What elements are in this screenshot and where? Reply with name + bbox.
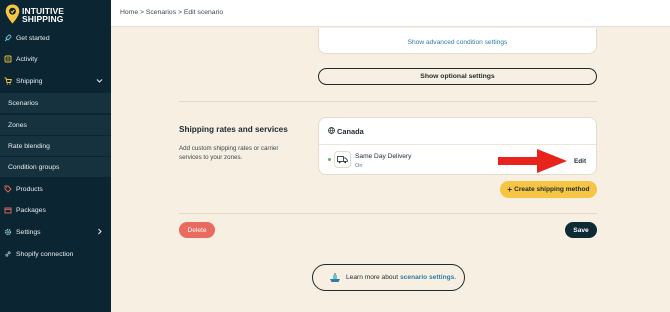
sidebar-item-activity[interactable]: Activity [0,49,111,69]
show-optional-settings-button[interactable]: Show optional settings [318,68,597,85]
section-title: Shipping rates and services [179,125,288,134]
section-divider [179,101,597,102]
globe-icon [328,127,335,134]
shipping-method-name: Same Day Delivery [355,153,412,160]
create-shipping-method-button[interactable]: + Create shipping method [500,181,597,198]
save-button[interactable]: Save [565,222,597,238]
truck-icon [334,151,351,168]
location-pin-icon [5,4,20,24]
top-bar: Home > Scenarios > Edit scenario [111,0,670,27]
footer-divider [179,213,597,214]
package-icon [3,206,12,215]
sidebar: INTUITIVE SHIPPING Get started Activity … [0,0,111,312]
delete-button[interactable]: Delete [179,222,215,238]
brand-logo[interactable]: INTUITIVE SHIPPING [5,4,105,24]
sidebar-item-label: Shopify connection [16,250,74,258]
breadcrumb[interactable]: Home > Scenarios > Edit scenario [120,9,223,16]
sidebar-item-settings[interactable]: Settings [0,222,111,242]
red-arrow-annotation [498,149,567,173]
create-shipping-method-label: Create shipping method [514,186,590,193]
sidebar-item-zones[interactable]: Zones [0,115,111,135]
learn-more-banner: Learn more about scenario settings. [312,264,465,291]
learn-more-suffix: . [454,274,457,281]
chevron-right-icon [96,228,103,235]
ship-icon [330,273,340,282]
section-description: Add custom shipping rates or carrier ser… [179,145,279,161]
sidebar-item-shopify-connection[interactable]: Shopify connection [0,244,111,264]
tag-icon [3,185,12,194]
learn-more-text: Learn more about [346,274,399,281]
brand-line-2: SHIPPING [22,14,64,24]
sidebar-item-packages[interactable]: Packages [0,200,111,220]
chevron-down-icon [96,77,103,84]
sidebar-item-rate-blending[interactable]: Rate blending [0,136,111,156]
status-dot [328,158,331,161]
zone-name: Canada [337,127,364,136]
sidebar-item-label: Activity [16,55,38,63]
conditions-card: Show advanced condition settings [318,28,597,54]
sidebar-item-get-started[interactable]: Get started [0,28,111,48]
sidebar-item-label: Rate blending [8,142,50,150]
zone-card-header: Canada [319,118,596,145]
sidebar-item-label: Get started [16,34,50,42]
sidebar-item-scenarios[interactable]: Scenarios [0,93,111,113]
edit-shipping-method-button[interactable]: Edit [574,158,586,165]
link-icon [3,250,12,259]
sidebar-item-products[interactable]: Products [0,179,111,199]
sidebar-item-label: Packages [16,206,46,214]
shipping-method-status: On [355,163,363,169]
gear-icon [3,228,12,237]
rocket-icon [3,34,12,43]
plus-icon: + [507,185,513,194]
cart-icon [3,77,12,86]
sidebar-item-label: Scenarios [8,99,39,107]
sidebar-item-label: Condition groups [8,163,60,171]
sidebar-item-label: Shipping [16,77,43,85]
scenario-settings-link[interactable]: scenario settings [400,274,454,281]
sidebar-item-shipping[interactable]: Shipping [0,71,111,91]
sidebar-item-condition-groups[interactable]: Condition groups [0,157,111,177]
sidebar-item-label: Zones [8,121,27,129]
list-icon [3,55,12,64]
sidebar-item-label: Products [16,185,43,193]
sidebar-item-label: Settings [16,228,41,236]
show-advanced-condition-settings-link[interactable]: Show advanced condition settings [319,39,596,46]
